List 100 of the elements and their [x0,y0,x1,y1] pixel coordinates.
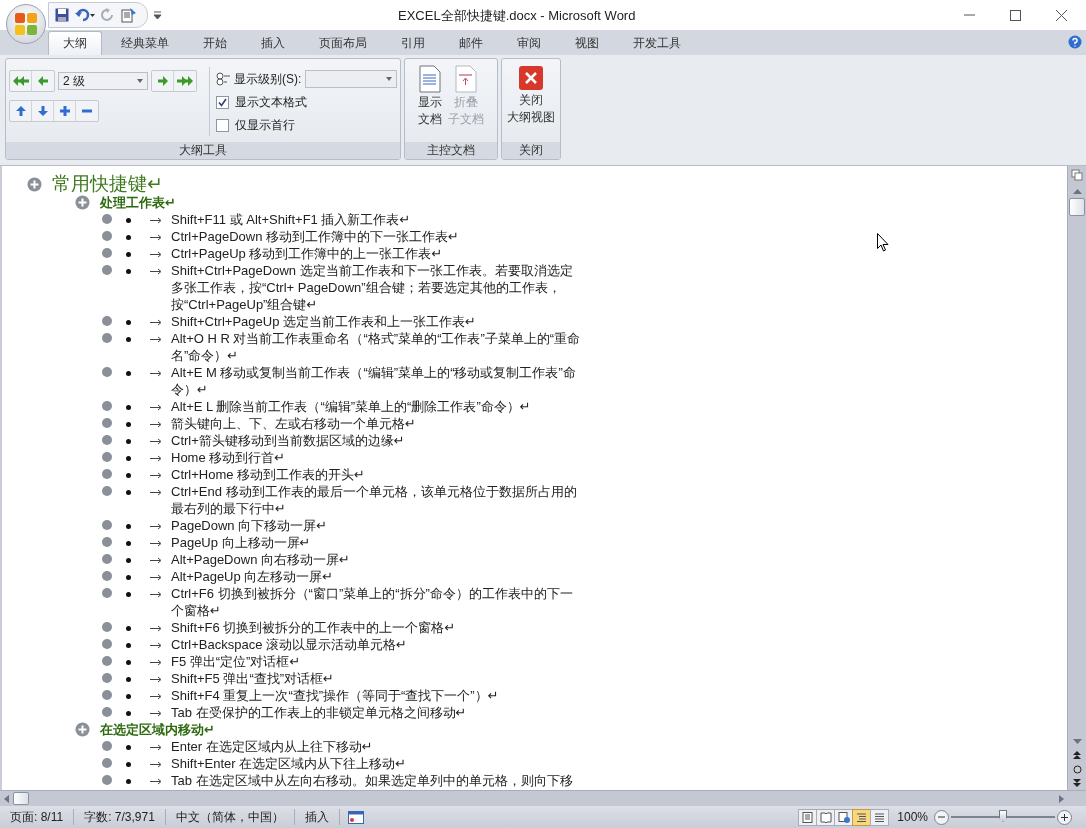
body-text-dot-icon[interactable] [102,571,112,581]
macro-record-icon[interactable] [347,810,364,824]
ribbon-tab[interactable]: 引用 [386,31,440,55]
body-text-dot-icon[interactable] [102,656,112,666]
scrollbar-thumb[interactable] [1069,198,1085,216]
body-text-dot-icon[interactable] [102,435,112,445]
view-button[interactable] [816,808,836,826]
list-item-text: Ctrl+Home 移动到工作表的开头↵ [171,466,366,483]
expand-outline-icon[interactable] [75,722,90,737]
body-text-dot-icon[interactable] [102,231,112,241]
outline-level-dropdown[interactable]: 2 级 [58,72,148,90]
bullet-icon [126,269,131,274]
list-item-text: Home 移动到行首↵ [171,449,287,466]
minus-icon [82,109,92,113]
body-text-dot-icon[interactable] [102,367,112,377]
zoom-level[interactable]: 100% [897,810,928,824]
checkbox[interactable] [216,118,229,132]
list-item-text: 箭头键向上、下、左或右移动一个单元格↵ [171,415,417,432]
tab-arrow-icon [150,540,162,547]
zoom-in-button[interactable] [1057,809,1072,825]
insert-mode[interactable]: 插入 [294,809,340,825]
customize-toolbar-button[interactable] [154,11,161,19]
body-text-dot-icon[interactable] [102,469,112,479]
body-text-dot-icon[interactable] [102,401,112,411]
word-count[interactable]: 字数: 7/3,971 [74,809,166,825]
expand-outline-icon[interactable] [27,177,42,192]
save-button[interactable] [55,8,69,22]
bullet-icon [126,626,131,631]
close-outline-button[interactable]: 关闭 大纲视图 [506,63,556,142]
body-text-dot-icon[interactable] [102,588,112,598]
ribbon-tab[interactable]: 开始 [188,31,242,55]
body-text-dot-icon[interactable] [102,775,112,785]
language-status[interactable]: 中文（简体，中国） [165,809,295,825]
ribbon-tab[interactable]: 视图 [560,31,614,55]
bullet-icon [126,422,131,427]
dropdown-value: 2 级 [63,72,85,90]
body-text-dot-icon[interactable] [102,673,112,683]
body-text-dot-icon[interactable] [102,452,112,462]
view-button[interactable] [852,808,872,826]
body-text-dot-icon[interactable] [102,622,112,632]
ribbon-button[interactable]: 显示 文档 [417,63,443,142]
office-button[interactable] [6,4,46,44]
redo-button[interactable] [101,8,115,22]
body-text-dot-icon[interactable] [102,486,112,496]
page-count[interactable]: 页面: 8/11 [0,809,75,825]
ribbon-tab[interactable]: 大纲 [48,31,102,55]
body-text-dot-icon[interactable] [102,265,112,275]
view-button[interactable] [834,808,854,826]
tab-arrow-icon [150,744,162,751]
document-tool-button[interactable] [121,7,137,23]
body-text-dot-icon[interactable] [102,537,112,547]
lines-icon [874,811,886,823]
body-text-dot-icon[interactable] [102,333,112,343]
bullet-icon [126,762,131,767]
list-item-text: Ctrl+PageUp 移动到工作簿中的上一张工作表↵ [171,245,444,262]
group-label: 主控文档 [405,142,497,159]
plus-icon [59,106,70,116]
close-icon [518,65,544,91]
view-button[interactable] [798,808,818,826]
tab-arrow-icon [150,591,162,598]
scrollbar-thumb[interactable] [13,792,29,805]
ribbon-tab[interactable]: 页面布局 [304,31,382,55]
body-text-dot-icon[interactable] [102,758,112,768]
checkbox[interactable] [216,95,229,109]
body-text-dot-icon[interactable] [102,520,112,530]
ribbon-tab[interactable]: 审阅 [502,31,556,55]
tab-arrow-icon [150,642,162,649]
list-item-text: Alt+E M 移动或复制当前工作表（“编辑”菜单上的“移动或复制工作表”命令）↵ [171,364,577,398]
ribbon-tab[interactable]: 邮件 [444,31,498,55]
list-item-text: Ctrl+箭头键移动到当前数据区域的边缘↵ [171,432,406,449]
body-text-dot-icon[interactable] [102,248,112,258]
expand-outline-icon[interactable] [75,195,90,210]
body-text-dot-icon[interactable] [102,554,112,564]
body-text-dot-icon[interactable] [102,741,112,751]
ribbon-tab[interactable]: 经典菜单 [106,31,184,55]
bullet-icon [126,677,131,682]
body-text-dot-icon[interactable] [102,418,112,428]
checkbox-label: 仅显示首行 [235,116,295,134]
help-button[interactable] [1068,35,1082,49]
ruler-toggle-button[interactable] [1069,166,1085,184]
scroll-right-icon[interactable] [1059,794,1064,803]
tab-arrow-icon [150,472,162,479]
tab-arrow-icon [150,319,162,326]
scroll-left-icon[interactable] [4,794,9,803]
body-text-dot-icon[interactable] [102,707,112,717]
undo-button[interactable] [75,8,95,22]
bullet-icon [126,473,131,478]
view-button[interactable] [870,808,890,826]
body-text-dot-icon[interactable] [102,690,112,700]
up-triangle-icon [1072,188,1082,194]
ribbon-tab[interactable]: 插入 [246,31,300,55]
tab-arrow-icon [150,438,162,445]
zoom-slider-thumb[interactable] [999,810,1007,822]
body-text-dot-icon[interactable] [102,214,112,224]
body-text-dot-icon[interactable] [102,316,112,326]
body-text-dot-icon[interactable] [102,639,112,649]
double-up-arrow-icon [1073,751,1081,759]
zoom-out-button[interactable] [934,809,949,825]
bullet-icon [126,524,131,529]
ribbon-tab[interactable]: 开发工具 [618,31,696,55]
